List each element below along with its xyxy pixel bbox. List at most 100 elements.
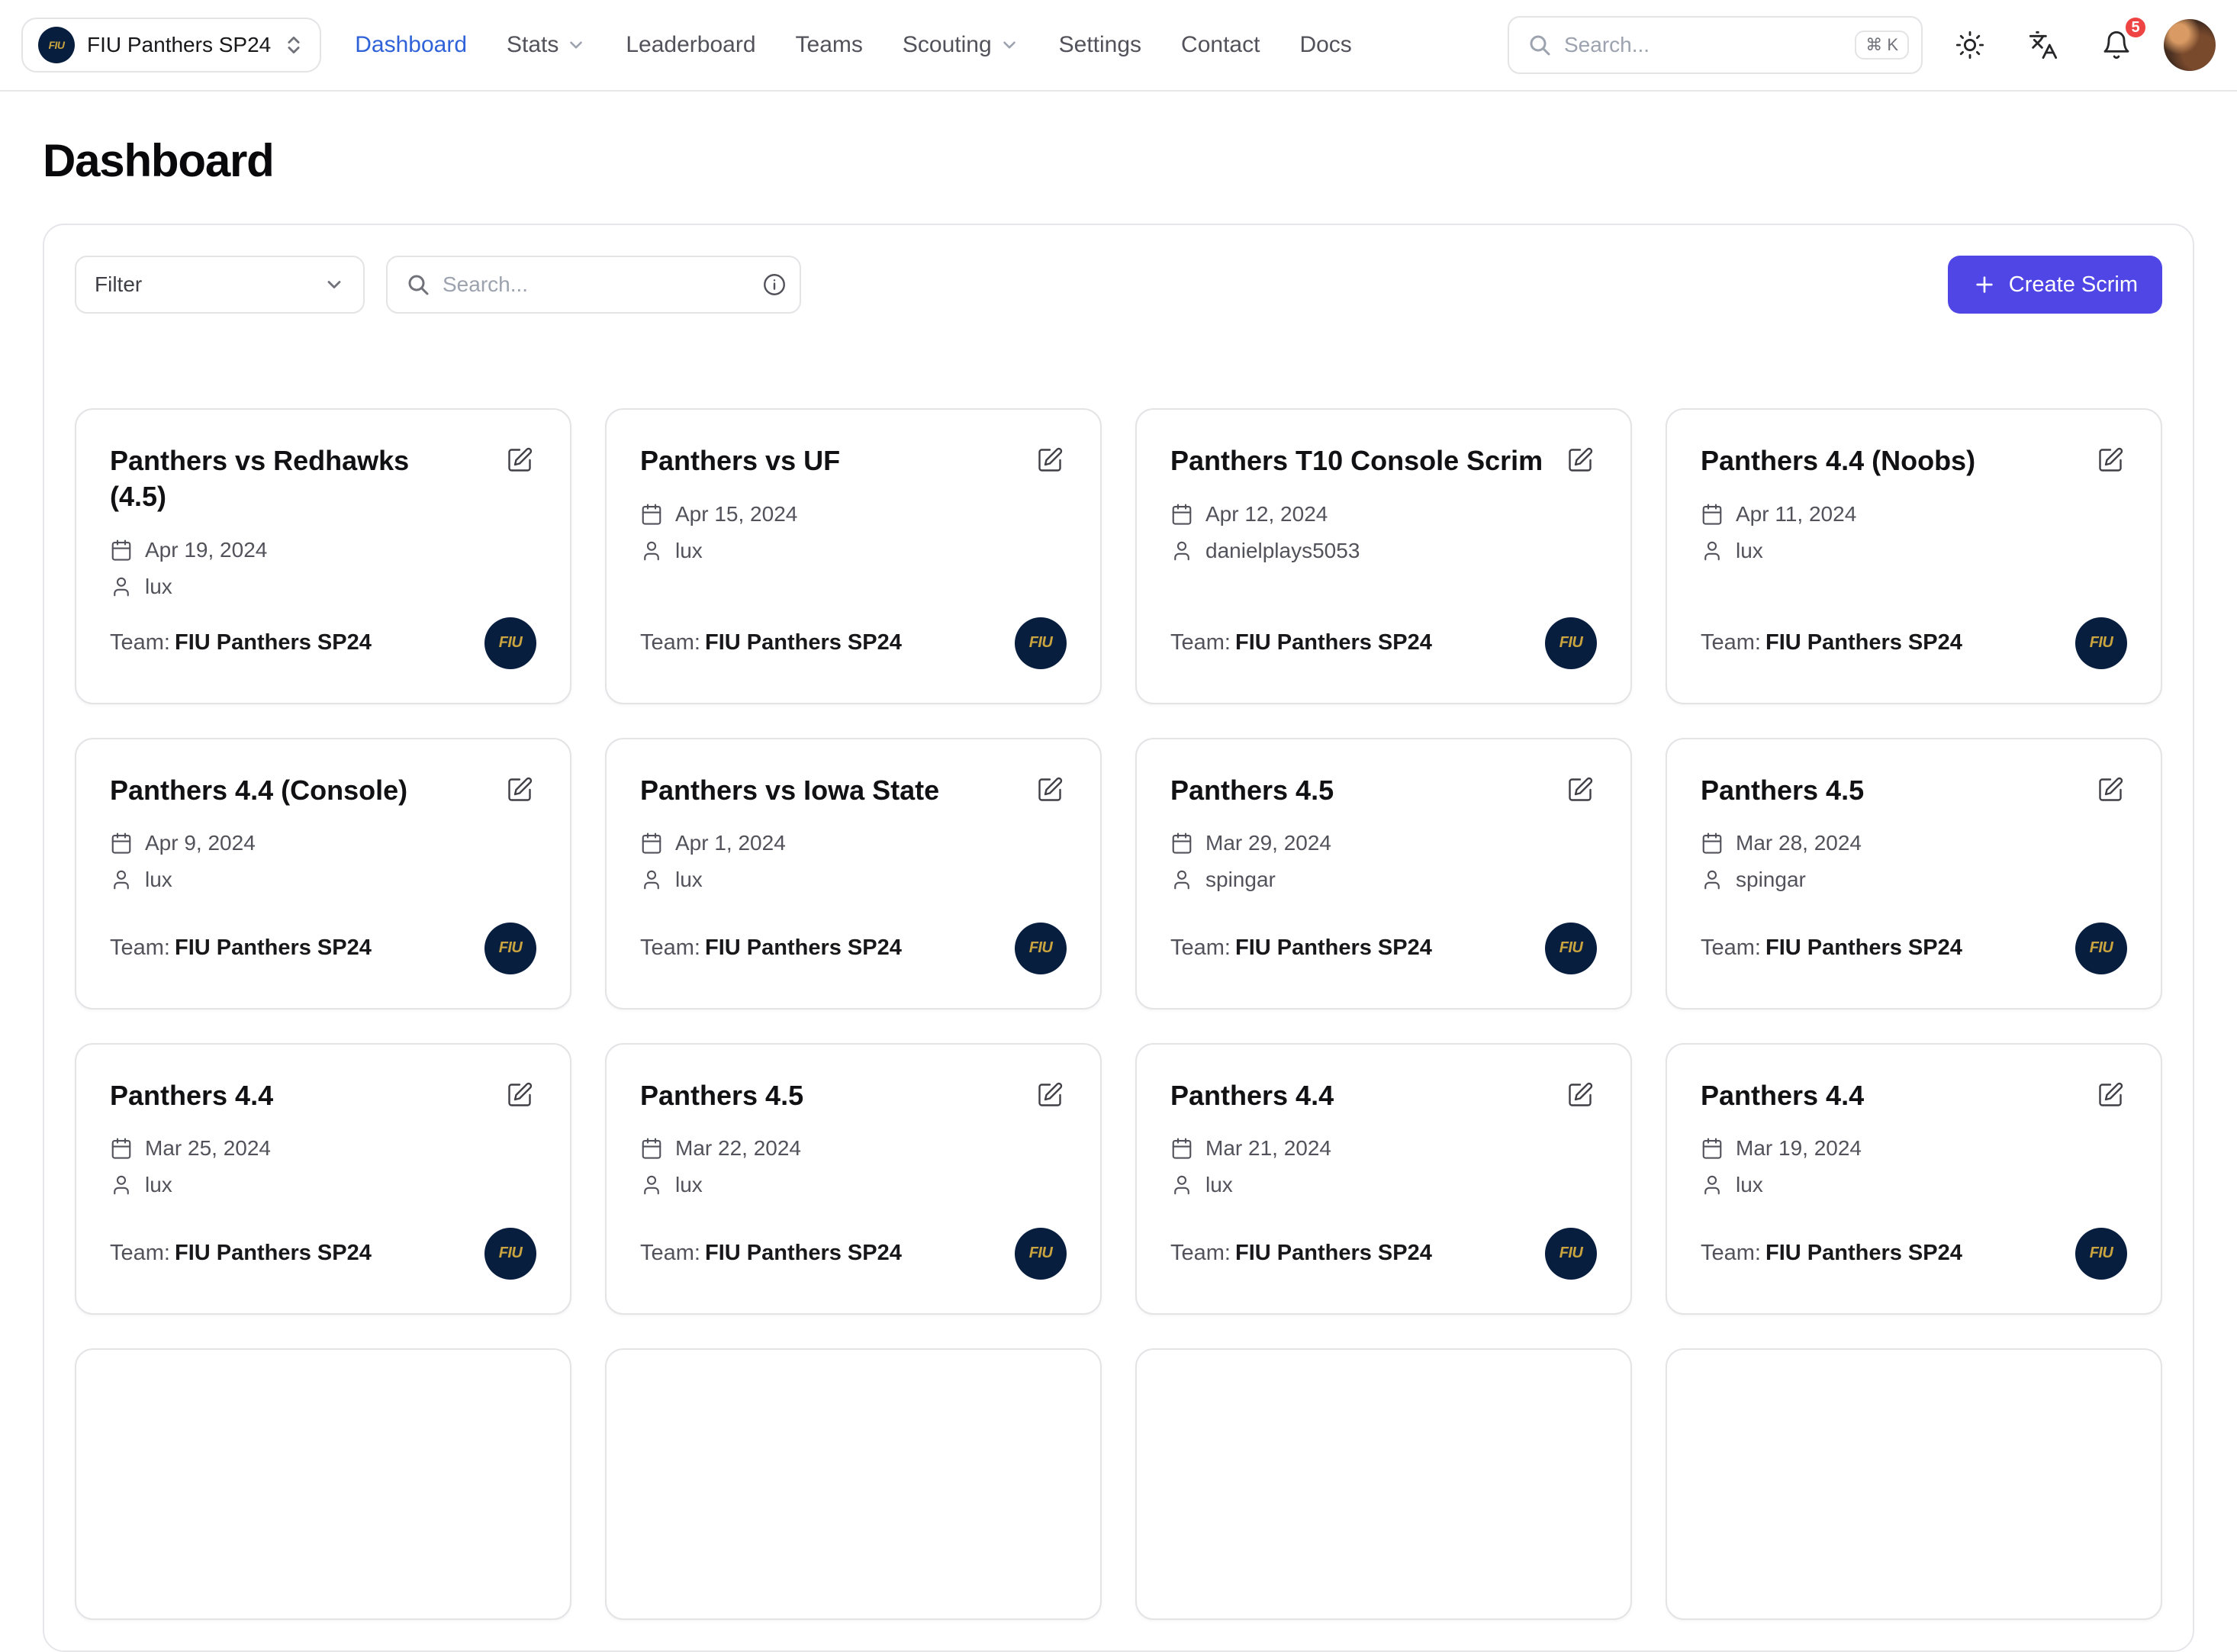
- nav-link-settings[interactable]: Settings: [1059, 32, 1141, 58]
- edit-scrim-button[interactable]: [503, 773, 536, 807]
- scrim-card-header: Panthers vs Iowa State: [640, 773, 1067, 809]
- edit-scrim-button[interactable]: [1033, 443, 1067, 477]
- scrim-card: Panthers vs Iowa State Apr 1, 2024: [605, 738, 1102, 1010]
- team-label: Team:: [640, 1241, 700, 1265]
- scrim-user-row: lux: [1701, 539, 2127, 563]
- search-shortcut-kbd: ⌘ K: [1855, 31, 1909, 60]
- edit-scrim-button[interactable]: [1563, 443, 1597, 477]
- calendar-icon: [640, 503, 663, 526]
- team-logo: FIU: [484, 1228, 536, 1280]
- team-selector[interactable]: FIU FIU Panthers SP24: [21, 18, 321, 72]
- team-label: Team:: [110, 935, 170, 960]
- scrim-card: Panthers 4.4 (Noobs) Apr 11, 2024: [1666, 408, 2162, 704]
- scrim-card-footer: Team:FIU Panthers SP24 FIU: [640, 904, 1067, 974]
- edit-pencil-icon: [1566, 776, 1594, 803]
- team-name: FIU Panthers SP24: [705, 935, 902, 960]
- scrim-meta: Apr 9, 2024 lux: [110, 831, 536, 892]
- scrim-date: Apr 1, 2024: [675, 831, 786, 855]
- team-line: Team:FIU Panthers SP24: [640, 630, 902, 655]
- scrim-user-row: lux: [1170, 1173, 1597, 1197]
- edit-scrim-button[interactable]: [2094, 443, 2127, 477]
- notification-count-badge: 5: [2123, 14, 2148, 40]
- scrim-card: Panthers 4.5 Mar 28, 2024: [1666, 738, 2162, 1010]
- nav-link-teams[interactable]: Teams: [796, 32, 863, 58]
- user-icon: [640, 868, 663, 891]
- team-label: Team:: [1701, 1241, 1761, 1265]
- scrim-user-row: lux: [640, 1173, 1067, 1197]
- edit-scrim-button[interactable]: [1563, 1078, 1597, 1112]
- filter-select[interactable]: Filter: [75, 256, 365, 314]
- scrim-date-row: Mar 21, 2024: [1170, 1136, 1597, 1161]
- global-search-input[interactable]: [1564, 33, 1843, 57]
- notifications-button[interactable]: 5: [2091, 19, 2142, 71]
- user-icon: [1170, 539, 1193, 562]
- edit-pencil-icon: [1036, 776, 1064, 803]
- chevron-down-icon: [999, 35, 1019, 55]
- scrim-search-input[interactable]: [443, 272, 749, 297]
- scrim-card-footer: Team:FIU Panthers SP24 FIU: [110, 599, 536, 669]
- team-line: Team:FIU Panthers SP24: [1701, 935, 1962, 961]
- plus-icon: [1972, 272, 1997, 297]
- scrim-user-row: danielplays5053: [1170, 539, 1597, 563]
- scrim-date: Mar 25, 2024: [145, 1136, 271, 1161]
- language-toggle-button[interactable]: [2017, 19, 2069, 71]
- scrim-user: lux: [675, 868, 703, 892]
- team-line: Team:FIU Panthers SP24: [1170, 935, 1432, 961]
- team-name: FIU Panthers SP24: [1765, 1241, 1962, 1265]
- team-logo: FIU: [484, 923, 536, 974]
- scrim-date: Mar 29, 2024: [1205, 831, 1331, 855]
- info-icon[interactable]: [761, 272, 787, 298]
- scrim-user-row: lux: [110, 868, 536, 892]
- scrim-card-header: Panthers 4.5: [1701, 773, 2127, 809]
- edit-scrim-button[interactable]: [503, 1078, 536, 1112]
- scrim-date: Apr 15, 2024: [675, 502, 797, 527]
- nav-link-scouting[interactable]: Scouting: [903, 32, 1019, 58]
- search-icon: [406, 272, 430, 297]
- user-icon: [640, 539, 663, 562]
- team-line: Team:FIU Panthers SP24: [110, 1241, 372, 1266]
- scrim-date: Mar 19, 2024: [1736, 1136, 1862, 1161]
- scrim-card-header: Panthers 4.5: [1170, 773, 1597, 809]
- edit-scrim-button[interactable]: [1033, 1078, 1067, 1112]
- calendar-icon: [640, 1137, 663, 1160]
- user-icon: [110, 575, 133, 598]
- nav-link-docs[interactable]: Docs: [1299, 32, 1351, 58]
- scrim-date-row: Apr 12, 2024: [1170, 502, 1597, 527]
- nav-link-stats[interactable]: Stats: [507, 32, 586, 58]
- nav-link-contact[interactable]: Contact: [1181, 32, 1260, 58]
- chevron-down-icon: [323, 274, 345, 295]
- team-name: FIU Panthers SP24: [1235, 630, 1432, 655]
- scrim-user-row: lux: [1701, 1173, 2127, 1197]
- scrim-date-row: Apr 9, 2024: [110, 831, 536, 855]
- user-avatar[interactable]: [2164, 19, 2216, 71]
- top-navbar: FIU FIU Panthers SP24 Dashboard Stats Le…: [0, 0, 2237, 92]
- edit-pencil-icon: [1036, 446, 1064, 474]
- scrim-card: Panthers T10 Console Scrim Apr 12, 2024: [1135, 408, 1632, 704]
- nav-link-dashboard[interactable]: Dashboard: [355, 32, 467, 58]
- user-icon: [110, 868, 133, 891]
- edit-scrim-button[interactable]: [2094, 773, 2127, 807]
- edit-scrim-button[interactable]: [2094, 1078, 2127, 1112]
- calendar-icon: [1701, 503, 1724, 526]
- nav-link-label: Teams: [796, 32, 863, 58]
- scrim-title: Panthers 4.5: [1701, 773, 1864, 809]
- team-label: Team:: [1701, 935, 1761, 960]
- scrim-title: Panthers vs UF: [640, 443, 840, 479]
- edit-scrim-button[interactable]: [1033, 773, 1067, 807]
- scrim-meta: Mar 28, 2024 spingar: [1701, 831, 2127, 892]
- nav-link-leaderboard[interactable]: Leaderboard: [626, 32, 755, 58]
- create-scrim-button[interactable]: Create Scrim: [1948, 256, 2162, 314]
- edit-scrim-button[interactable]: [503, 443, 536, 477]
- team-name: FIU Panthers SP24: [1765, 935, 1962, 960]
- scrim-meta: Apr 19, 2024 lux: [110, 538, 536, 599]
- sun-icon: [1955, 30, 1985, 60]
- scrim-user: lux: [1205, 1173, 1233, 1197]
- user-icon: [1701, 868, 1724, 891]
- scrim-user: lux: [1736, 1173, 1763, 1197]
- scrim-date: Mar 28, 2024: [1736, 831, 1862, 855]
- main-content: Dashboard Filter: [0, 134, 2237, 1652]
- edit-scrim-button[interactable]: [1563, 773, 1597, 807]
- scrim-user: lux: [1736, 539, 1763, 563]
- theme-toggle-button[interactable]: [1944, 19, 1996, 71]
- team-label: Team:: [1170, 935, 1231, 960]
